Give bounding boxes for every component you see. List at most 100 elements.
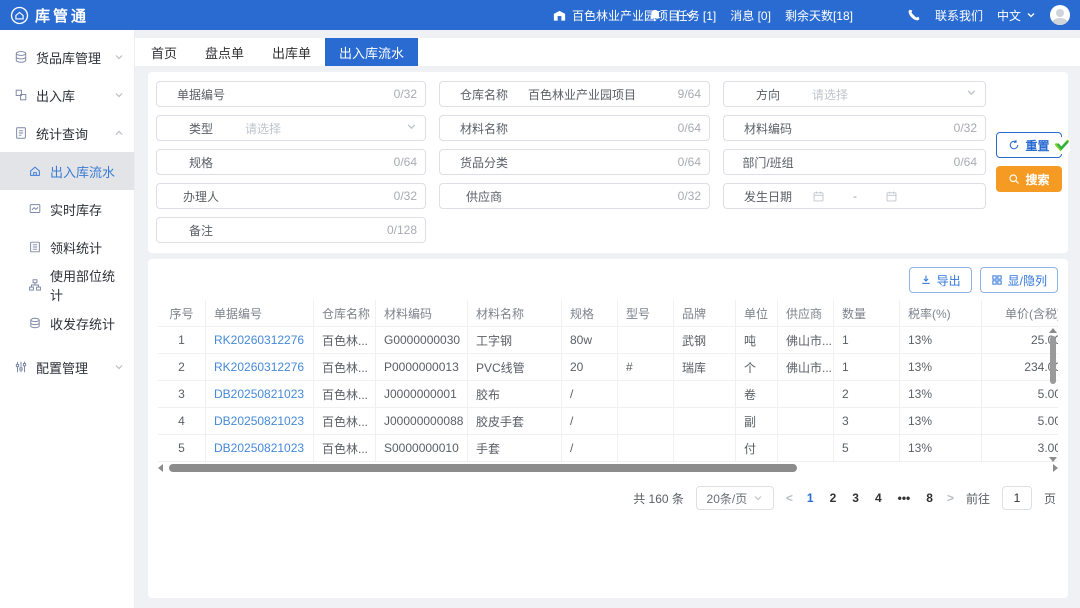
col-header-material-name[interactable]: 材料名称 [468,300,562,326]
doc-no-link[interactable]: DB20250821023 [206,381,314,407]
field-label: 备注 [157,222,245,239]
page-8[interactable]: 8 [924,491,935,505]
search-panel: 单据编号 0/32 类型 请选择 规格 0/64 [148,72,1068,253]
table-row[interactable]: 1 RK20260312276 百色林... G0000000030 工字钢 8… [158,327,1058,354]
page-size-select[interactable]: 20条/页 [696,486,774,510]
reset-button-label: 重置 [1025,137,1049,154]
messages-link[interactable]: 消息 [0] [730,7,771,24]
project-selector[interactable]: 百色林业产业园项目 [552,0,695,30]
sidebar-item-label: 统计查询 [36,124,88,143]
calendar-icon[interactable] [885,190,898,203]
col-header-unit-price[interactable]: 单价(含税) [982,300,1058,326]
sidebar-item-in-out-warehouse[interactable]: 出入库 [0,76,134,114]
next-page-button[interactable]: > [947,491,954,505]
language-selector[interactable]: 中文 [997,7,1036,24]
sliders-icon [14,360,28,374]
brand-cell [674,408,736,434]
sidebar-item-usage-location-stats[interactable]: 使用部位统计 [0,266,134,304]
sidebar-item-label: 出入库 [36,86,75,105]
unit-price-cell: 234.00 [982,354,1058,380]
horizontal-scroll-thumb[interactable] [169,464,797,472]
material-name-cell: 胶皮手套 [468,408,562,434]
field-direction[interactable]: 方向 请选择 [723,81,986,107]
user-avatar[interactable] [1050,5,1070,25]
field-handler[interactable]: 办理人 0/32 [156,183,426,209]
goto-page-input[interactable]: 1 [1002,486,1032,510]
page-2[interactable]: 2 [828,491,839,505]
warehouse-input[interactable]: 百色林业产业园项目 [528,86,678,103]
field-category[interactable]: 货品分类 0/64 [439,149,710,175]
scroll-right-arrow[interactable] [1053,464,1058,472]
field-material-code[interactable]: 材料编码 0/32 [723,115,986,141]
supplier-cell: 佛山市... [778,327,834,353]
direction-select[interactable]: 请选择 [812,86,966,103]
sidebar-item-inout-flow[interactable]: 出入库流水 [0,152,134,190]
field-department[interactable]: 部门/班组 0/64 [723,149,986,175]
col-header-qty[interactable]: 数量 [834,300,900,326]
field-label: 仓库名称 [440,86,528,103]
vertical-scroll-thumb[interactable] [1050,336,1056,384]
doc-no-link[interactable]: RK20260312276 [206,354,314,380]
field-warehouse[interactable]: 仓库名称 百色林业产业园项目 9/64 [439,81,710,107]
type-select[interactable]: 请选择 [245,120,406,137]
sidebar-item-goods-management[interactable]: 货品库管理 [0,38,134,76]
reset-icon [1008,139,1020,151]
sidebar-item-config-management[interactable]: 配置管理 [0,348,134,386]
sidebar-item-material-stats[interactable]: 领料统计 [0,228,134,266]
col-header-tax-rate[interactable]: 税率(%) [900,300,982,326]
field-type[interactable]: 类型 请选择 [156,115,426,141]
sidebar-item-send-receive-stats[interactable]: 收发存统计 [0,304,134,342]
page-ellipsis[interactable]: ••• [896,491,913,505]
col-header-supplier[interactable]: 供应商 [778,300,834,326]
reset-button[interactable]: 重置 [996,132,1062,158]
table-header-row: 序号 单据编号 仓库名称 材料编码 材料名称 规格 型号 品牌 单位 供应商 数… [158,300,1058,327]
show-hide-columns-button[interactable]: 显/隐列 [980,267,1058,293]
prev-page-button[interactable]: < [786,491,793,505]
green-check-badge-icon [1053,137,1070,154]
scroll-up-arrow[interactable] [1049,328,1057,333]
field-remark[interactable]: 备注 0/128 [156,217,426,243]
warehouse-cell: 百色林... [314,354,376,380]
col-header-index[interactable]: 序号 [158,300,206,326]
table-row[interactable]: 2 RK20260312276 百色林... P0000000013 PVC线管… [158,354,1058,381]
doc-no-link[interactable]: DB20250821023 [206,408,314,434]
chevron-down-icon [114,360,124,375]
sidebar-item-label: 使用部位统计 [50,266,124,304]
tab-inout-flow[interactable]: 出入库流水 [325,38,418,66]
chevron-up-icon [114,126,124,141]
scroll-down-arrow[interactable] [1049,457,1057,462]
tab-home[interactable]: 首页 [137,38,191,66]
field-spec[interactable]: 规格 0/64 [156,149,426,175]
field-date-range[interactable]: 发生日期 - [723,183,986,209]
col-header-doc-no[interactable]: 单据编号 [206,300,314,326]
field-material-name[interactable]: 材料名称 0/64 [439,115,710,141]
tab-stocktake[interactable]: 盘点单 [191,38,258,66]
export-button[interactable]: 导出 [909,267,972,293]
field-label: 类型 [157,120,245,137]
table-row[interactable]: 5 DB20250821023 百色林... S0000000010 手套 / … [158,435,1058,462]
sidebar-item-realtime-stock[interactable]: 实时库存 [0,190,134,228]
tab-outbound[interactable]: 出库单 [258,38,325,66]
page-3[interactable]: 3 [850,491,861,505]
horizontal-scrollbar[interactable] [158,463,1058,472]
scroll-left-arrow[interactable] [158,464,163,472]
col-header-unit[interactable]: 单位 [736,300,778,326]
doc-no-link[interactable]: RK20260312276 [206,327,314,353]
calendar-icon[interactable] [812,190,825,203]
contact-us-link[interactable]: 联系我们 [935,7,983,24]
page-4[interactable]: 4 [873,491,884,505]
col-header-warehouse[interactable]: 仓库名称 [314,300,376,326]
vertical-scrollbar[interactable] [1048,328,1058,462]
col-header-material-code[interactable]: 材料编码 [376,300,468,326]
field-doc-no[interactable]: 单据编号 0/32 [156,81,426,107]
table-row[interactable]: 4 DB20250821023 百色林... J00000000088 胶皮手套… [158,408,1058,435]
col-header-spec[interactable]: 规格 [562,300,618,326]
doc-no-link[interactable]: DB20250821023 [206,435,314,461]
table-row[interactable]: 3 DB20250821023 百色林... J0000000001 胶布 / … [158,381,1058,408]
field-supplier[interactable]: 供应商 0/32 [439,183,710,209]
search-button[interactable]: 搜索 [996,166,1062,192]
col-header-brand[interactable]: 品牌 [674,300,736,326]
sidebar-item-statistics-query[interactable]: 统计查询 [0,114,134,152]
col-header-model[interactable]: 型号 [618,300,674,326]
page-1[interactable]: 1 [805,491,816,505]
